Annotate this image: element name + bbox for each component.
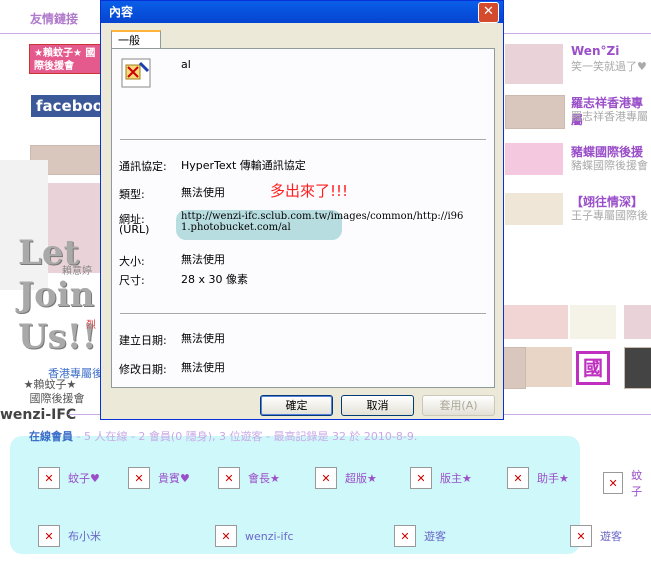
legend-item: ✕ 超版★	[315, 467, 377, 489]
dimensions-label: 尺寸:	[119, 274, 145, 287]
online-member: ✕ 遊客	[570, 525, 622, 547]
logo-line: Let	[18, 233, 80, 273]
member-name[interactable]: wenzi-ifc	[245, 530, 294, 543]
member-name[interactable]: 布小米	[68, 528, 101, 544]
modified-value: 無法使用	[181, 361, 225, 374]
friend-link-sub: 王子專屬國際後	[571, 209, 648, 222]
tab-general[interactable]: 一般	[111, 30, 161, 49]
friend-photo[interactable]	[570, 305, 616, 339]
country-badge[interactable]: 國	[576, 351, 610, 385]
annotation-text: 多出來了!!!	[270, 182, 349, 200]
logo-line: Join	[18, 275, 95, 315]
cancel-button[interactable]: 取消	[341, 395, 414, 416]
size-label: 大小:	[119, 255, 145, 268]
online-member: ✕ 遊客	[394, 525, 446, 547]
photo-caption: 烈	[86, 320, 96, 331]
modified-label: 修改日期:	[119, 363, 167, 376]
dialog-title[interactable]: 內容	[101, 1, 503, 23]
address-label-url: (URL)	[119, 223, 150, 236]
broken-image-file-icon	[121, 58, 151, 88]
legend-item: ✕ 助手★	[507, 467, 569, 489]
type-label: 類型:	[119, 188, 145, 201]
broken-image-icon: ✕	[38, 467, 60, 489]
type-value: 無法使用	[181, 186, 225, 199]
friend-photo[interactable]	[505, 95, 565, 129]
broken-image-icon: ✕	[507, 467, 529, 489]
broken-image-icon: ✕	[218, 467, 240, 489]
facebook-banner[interactable]: facebook	[31, 95, 105, 117]
broken-image-icon: ✕	[315, 467, 337, 489]
friend-link-sub: 豬蝶國際後援會	[571, 159, 648, 172]
created-value: 無法使用	[181, 332, 225, 345]
legend-item: ✕ 蚊子	[603, 467, 651, 499]
apply-button: 套用(A)	[422, 395, 495, 416]
friend-photo[interactable]	[624, 347, 651, 389]
created-label: 建立日期:	[119, 334, 167, 347]
broken-image-icon: ✕	[410, 467, 432, 489]
caption-line: 國際後援會	[29, 392, 85, 405]
friend-link-name[interactable]: Wen°Zi	[571, 44, 619, 58]
broken-image-icon: ✕	[394, 525, 416, 547]
friend-link-sub: 笑一笑就過了♥	[571, 60, 647, 73]
logo-line: Us!!!	[18, 317, 112, 357]
legend-item: ✕ 會長★	[218, 467, 280, 489]
let-join-us-logo: Let Join Us!!!	[18, 232, 112, 358]
legend-label: 版主★	[440, 472, 472, 485]
broken-image-icon: ✕	[128, 467, 150, 489]
friend-banner[interactable]: ★賴蚊子★ 國際後援會	[29, 44, 107, 74]
member-name: 遊客	[600, 530, 622, 543]
legend-label: 蚊子	[631, 469, 643, 498]
friend-photo[interactable]	[505, 143, 563, 175]
fanclub-name: wenzi-IFC	[0, 407, 77, 423]
broken-image-icon: ✕	[38, 525, 60, 547]
online-stats: - 5 人在線 - 2 會員(0 隱身), 3 位遊客 - 最高記錄是 32 於…	[73, 430, 418, 443]
legend-label: 蚊子♥	[68, 472, 100, 485]
legend-label: 會長★	[248, 472, 280, 485]
divider	[120, 313, 486, 315]
friend-photo[interactable]	[526, 347, 572, 387]
legend-label: 超版★	[345, 472, 377, 485]
friend-photo[interactable]	[505, 193, 563, 225]
caption-line: ★賴蚊子★	[23, 378, 77, 391]
broken-image-icon: ✕	[215, 525, 237, 547]
online-member[interactable]: ✕ wenzi-ifc	[215, 525, 294, 547]
section-title: 友情鏈接	[30, 12, 79, 26]
legend-label: 貴賓♥	[158, 472, 190, 485]
friend-link-sub: 羅志祥香港專屬	[571, 110, 648, 123]
ok-button[interactable]: 確定	[260, 395, 333, 416]
friend-photo[interactable]	[505, 44, 563, 84]
close-button[interactable]: ✕	[478, 2, 499, 23]
size-value: 無法使用	[181, 253, 225, 266]
legend-item: ✕ 貴賓♥	[128, 467, 190, 489]
close-icon: ✕	[483, 4, 494, 19]
legend-item: ✕ 蚊子♥	[38, 467, 100, 489]
address-value[interactable]: http://wenzi-ifc.sclub.com.tw/images/com…	[181, 211, 471, 243]
online-member[interactable]: ✕ 布小米	[38, 525, 101, 547]
broken-image-icon: ✕	[603, 472, 624, 494]
friend-photo[interactable]	[500, 305, 568, 339]
protocol-value: HyperText 傳輸通訊協定	[181, 159, 306, 172]
legend-item: ✕ 版主★	[410, 467, 472, 489]
fanclub-caption: ★賴蚊子★ 國際後援會	[0, 378, 100, 406]
divider	[120, 139, 486, 141]
broken-image-icon: ✕	[570, 525, 592, 547]
online-summary: 在線會員 - 5 人在線 - 2 會員(0 隱身), 3 位遊客 - 最高記錄是…	[29, 428, 417, 444]
protocol-label: 通訊協定:	[119, 160, 167, 173]
friend-photo[interactable]	[624, 305, 651, 339]
dimensions-value: 28 x 30 像素	[181, 273, 248, 286]
member-name: 遊客	[424, 530, 446, 543]
legend-label: 助手★	[537, 472, 569, 485]
online-heading[interactable]: 在線會員	[29, 430, 73, 443]
file-name: al	[181, 58, 191, 71]
